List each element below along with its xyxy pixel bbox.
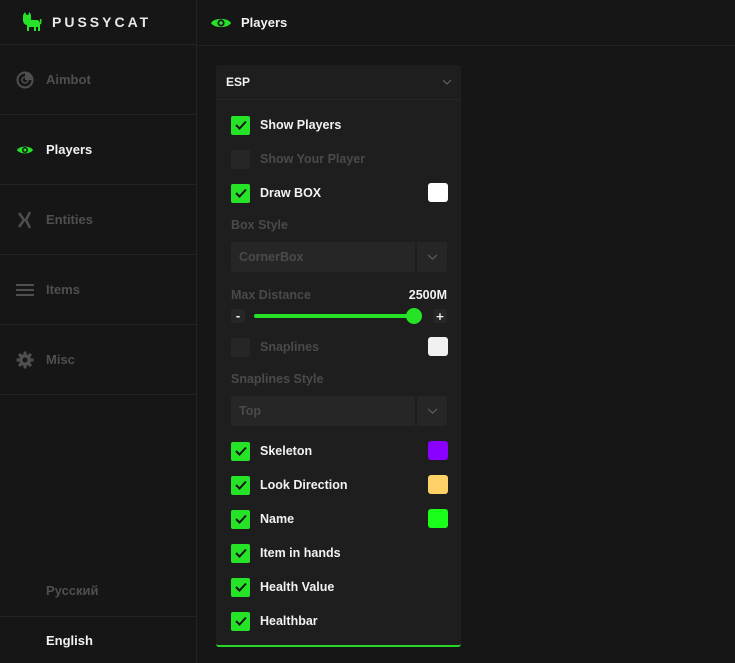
max-distance-header: Max Distance 2500M <box>231 288 447 302</box>
health-value-checkbox[interactable] <box>231 577 250 597</box>
draw-box-checkbox[interactable] <box>231 183 250 203</box>
box-style-select[interactable]: CornerBox <box>231 242 447 272</box>
max-distance-track[interactable] <box>254 308 422 324</box>
skeleton-checkbox[interactable] <box>231 441 250 461</box>
chevron-down-icon <box>427 254 437 260</box>
page-header: Players <box>197 0 735 46</box>
sidebar-item-label: Misc <box>46 352 75 367</box>
show-your-player-checkbox[interactable] <box>231 149 250 169</box>
esp-panel-header[interactable]: ESP <box>216 65 461 100</box>
checkmark-icon <box>234 120 247 130</box>
skeleton-color-swatch[interactable] <box>428 441 448 460</box>
max-distance-label: Max Distance <box>231 288 311 302</box>
snaplines-checkbox[interactable] <box>231 337 250 357</box>
snaplines-style-value: Top <box>231 396 415 426</box>
option-snaplines: Snaplines <box>231 337 448 357</box>
option-show-your-player: Show Your Player <box>231 149 448 169</box>
option-show-players: Show Players <box>231 115 448 135</box>
checkmark-icon <box>234 548 247 558</box>
look-direction-label: Look Direction <box>260 478 348 492</box>
sidebar-item-aimbot[interactable]: Aimbot <box>0 45 196 115</box>
box-style-dropdown-button[interactable] <box>417 242 447 272</box>
sidebar-item-label: Players <box>46 142 93 157</box>
show-players-label: Show Players <box>260 118 342 132</box>
healthbar-label: Healthbar <box>260 614 318 628</box>
sidebar-item-label: Aimbot <box>46 72 91 87</box>
option-health-value: Health Value <box>231 577 448 597</box>
max-distance-increment-button[interactable]: + <box>433 309 447 323</box>
checkmark-icon <box>234 446 247 456</box>
checkmark-icon <box>234 188 247 198</box>
checkmark-icon <box>234 480 247 490</box>
draw-box-label: Draw BOX <box>260 186 322 200</box>
option-healthbar: Healthbar <box>231 611 448 631</box>
item-in-hands-label: Item in hands <box>260 546 341 560</box>
option-name: Name <box>231 509 448 529</box>
eye-icon <box>16 141 34 159</box>
name-checkbox[interactable] <box>231 509 250 529</box>
esp-panel-title: ESP <box>226 75 251 89</box>
snaplines-color-swatch[interactable] <box>428 337 448 356</box>
option-item-in-hands: Item in hands <box>231 543 448 563</box>
checkmark-icon <box>234 582 247 592</box>
sidebar-item-items[interactable]: Items <box>0 255 196 325</box>
esp-panel: ESP Show Players Show Your Player Draw B… <box>216 65 461 647</box>
snaplines-style-label: Snaplines Style <box>231 372 324 386</box>
option-skeleton: Skeleton <box>231 441 448 461</box>
show-your-player-label: Show Your Player <box>260 152 366 166</box>
sidebar-item-label: Entities <box>46 212 93 227</box>
eye-icon <box>211 18 231 27</box>
sidebar: PUSSYCAT Aimbot Players Entities Items M… <box>0 0 197 663</box>
sidebar-item-misc[interactable]: Misc <box>0 325 196 395</box>
skeleton-label: Skeleton <box>260 444 313 458</box>
sidebar-item-players[interactable]: Players <box>0 115 196 185</box>
cat-logo-icon <box>23 12 42 31</box>
brand: PUSSYCAT <box>0 0 196 45</box>
brand-name: PUSSYCAT <box>52 14 152 30</box>
option-draw-box: Draw BOX <box>231 183 448 203</box>
sidebar-item-label: Items <box>46 282 80 297</box>
language-russian[interactable]: Русский <box>0 564 197 617</box>
snaplines-style-select[interactable]: Top <box>231 396 447 426</box>
name-label: Name <box>260 512 295 526</box>
box-style-label: Box Style <box>231 218 288 232</box>
show-players-checkbox[interactable] <box>231 115 250 135</box>
snaplines-label: Snaplines <box>260 340 320 354</box>
sidebar-item-entities[interactable]: Entities <box>0 185 196 255</box>
name-color-swatch[interactable] <box>428 509 448 528</box>
max-distance-value: 2500M <box>408 288 447 302</box>
health-value-label: Health Value <box>260 580 335 594</box>
page-title: Players <box>241 15 288 30</box>
look-direction-checkbox[interactable] <box>231 475 250 495</box>
menu-lines-icon <box>16 281 34 299</box>
chevron-down-icon <box>427 408 437 414</box>
checkmark-icon <box>234 514 247 524</box>
max-distance-slider: - + <box>231 308 447 324</box>
language-english[interactable]: English <box>0 617 197 663</box>
draw-box-color-swatch[interactable] <box>428 183 448 202</box>
entities-icon <box>16 210 34 229</box>
checkmark-icon <box>234 616 247 626</box>
gear-icon <box>16 351 34 369</box>
option-look-direction: Look Direction <box>231 475 448 495</box>
box-style-value: CornerBox <box>231 242 415 272</box>
healthbar-checkbox[interactable] <box>231 611 250 631</box>
max-distance-fill <box>254 314 414 318</box>
max-distance-handle[interactable] <box>405 308 422 324</box>
item-in-hands-checkbox[interactable] <box>231 543 250 563</box>
snaplines-style-dropdown-button[interactable] <box>417 396 447 426</box>
max-distance-decrement-button[interactable]: - <box>231 309 245 323</box>
look-direction-color-swatch[interactable] <box>428 475 448 494</box>
aimbot-icon <box>16 71 34 89</box>
chevron-down-icon <box>442 79 452 85</box>
